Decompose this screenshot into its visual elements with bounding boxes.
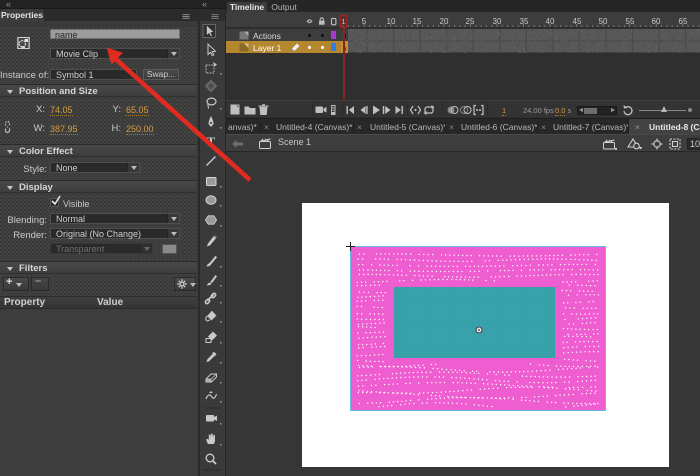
svg-text:T: T [207, 134, 216, 149]
